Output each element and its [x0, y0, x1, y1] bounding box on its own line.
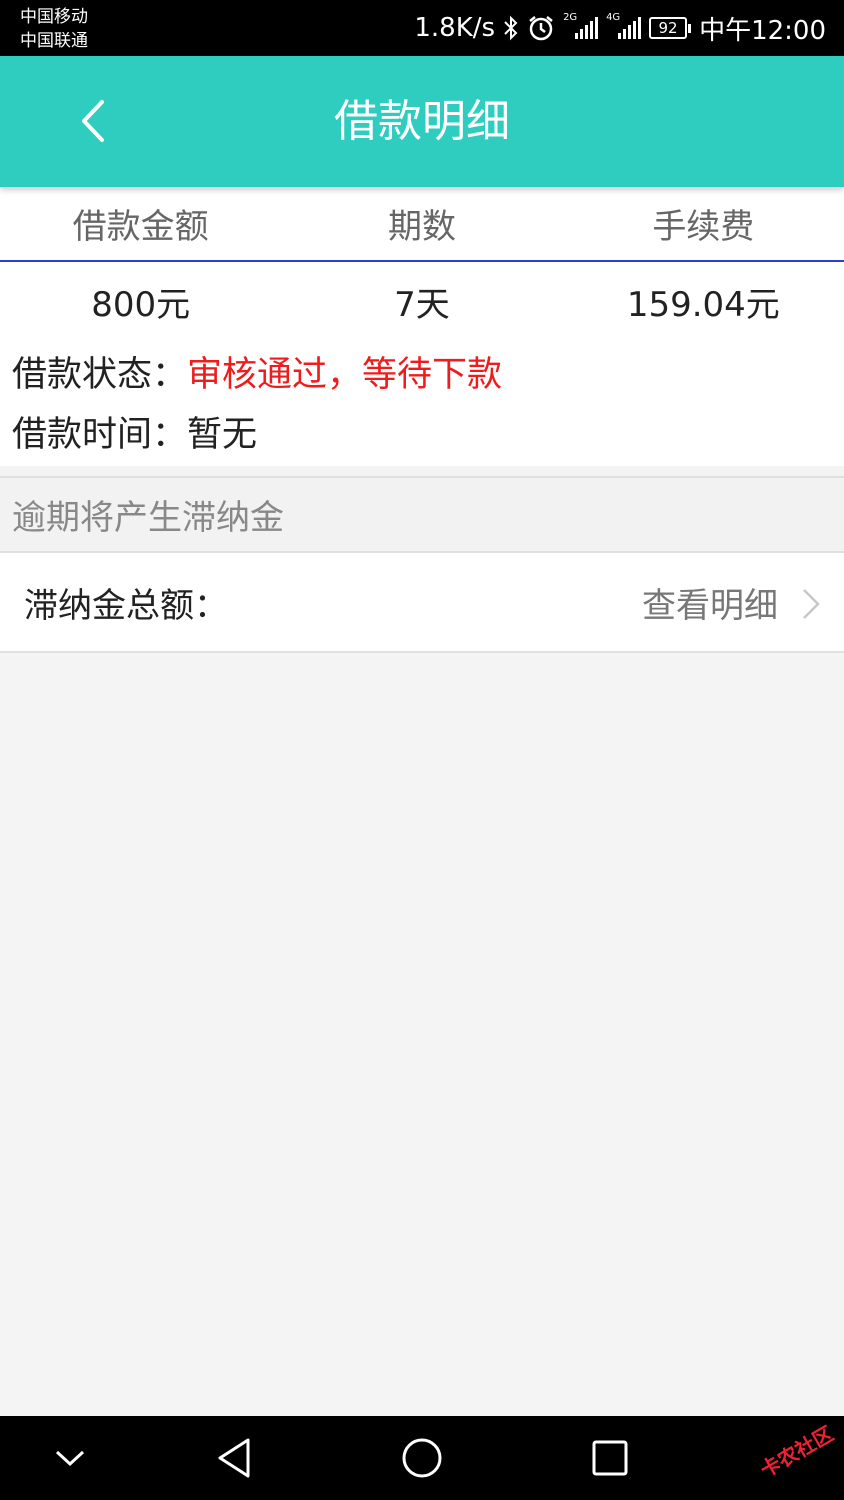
home-button[interactable]	[382, 1416, 462, 1500]
loan-time-value: 暂无	[187, 414, 258, 455]
sim2-tag: 4G	[606, 12, 621, 23]
status-bar: 中国移动 中国联通 1.8K/s 2G 4G 92 中午12:00	[0, 0, 844, 56]
home-circle-icon	[402, 1438, 442, 1478]
carrier-1: 中国移动	[20, 7, 88, 27]
app-bar: 借款明细	[0, 56, 844, 187]
summary-values: 800元 7天 159.04元	[0, 262, 844, 340]
view-details-link[interactable]: 查看明细	[642, 578, 778, 627]
loan-status-value: 审核通过，等待下款	[187, 354, 503, 395]
column-label-fee: 手续费	[652, 207, 755, 247]
system-nav-bar: 卡农社区	[0, 1416, 844, 1500]
loan-time-label: 借款时间：	[12, 414, 188, 455]
battery-icon: 92	[649, 17, 692, 39]
collapse-button[interactable]	[30, 1416, 110, 1500]
carrier-2: 中国联通	[20, 31, 88, 51]
watermark-text: 卡农社区	[756, 1421, 838, 1483]
column-label-term: 期数	[387, 207, 456, 247]
column-label-amount: 借款金额	[72, 207, 209, 247]
carrier-labels: 中国移动 中国联通	[20, 5, 88, 53]
loan-amount-value: 800元	[91, 284, 191, 325]
chevron-right-icon[interactable]	[800, 587, 822, 621]
alarm-icon	[529, 16, 553, 41]
loan-time-row: 借款时间： 暂无	[0, 402, 844, 466]
loan-status-label: 借款状态：	[12, 354, 188, 395]
net-speed: 1.8K/s	[414, 13, 496, 43]
overdue-notice: 逾期将产生滞纳金	[0, 476, 844, 553]
watermark-logo: 卡农社区	[736, 1421, 837, 1486]
late-fee-row[interactable]: 滞纳金总额： 查看明细	[0, 553, 844, 653]
bluetooth-icon	[504, 15, 518, 41]
signal-icon: 2G	[563, 13, 599, 39]
summary-header: 借款金额 期数 手续费	[0, 187, 844, 262]
signal-icon-2: 4G	[606, 13, 642, 39]
back-triangle-icon	[218, 1438, 250, 1478]
loan-summary: 借款金额 期数 手续费 800元 7天 159.04元 借款状态： 审核通过，等…	[0, 187, 844, 466]
battery-level: 92	[649, 17, 688, 39]
loan-term-value: 7天	[394, 284, 450, 325]
late-fee-label: 滞纳金总额：	[24, 585, 228, 626]
recents-square-icon	[592, 1440, 628, 1476]
recents-button[interactable]	[570, 1416, 650, 1500]
status-icons: 1.8K/s 2G 4G 92 中午12:00	[414, 10, 826, 46]
loan-fee-value: 159.04元	[626, 284, 780, 325]
clock: 中午12:00	[699, 15, 826, 46]
page-title: 借款明细	[334, 96, 510, 147]
loan-status-row: 借款状态： 审核通过，等待下款	[0, 340, 844, 402]
sim1-tag: 2G	[563, 12, 578, 23]
back-button[interactable]	[194, 1416, 274, 1500]
collapse-icon	[55, 1450, 85, 1467]
